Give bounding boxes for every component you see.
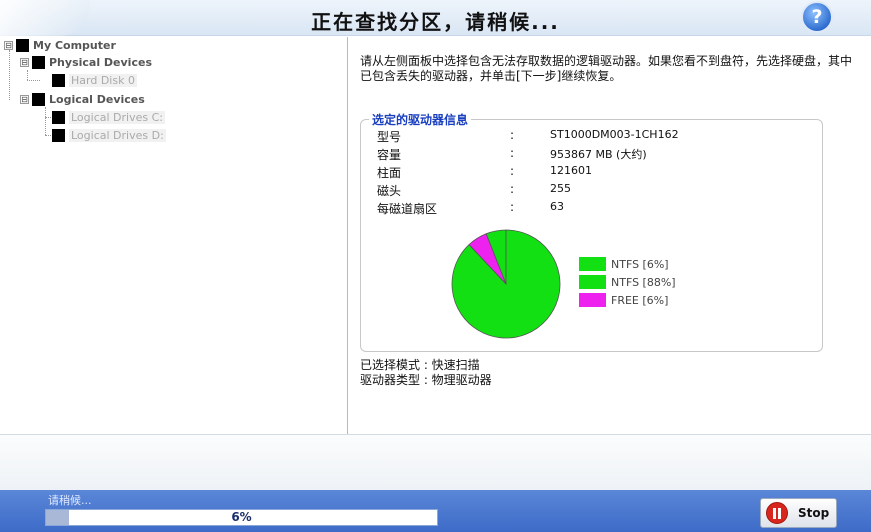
title-bar: 正在查找分区，请稍候... ? <box>0 0 871 36</box>
selected-drive-info-box: 选定的驱动器信息 型号 : ST1000DM003-1CH162 容量 : 95… <box>360 111 823 352</box>
stop-icon <box>766 502 788 524</box>
drive-group-icon <box>32 56 45 69</box>
tree-label: Logical Drives D: <box>69 129 166 142</box>
drive-type-text: 驱动器类型 : 物理驱动器 <box>360 373 492 387</box>
instruction-text: 请从左侧面板中选择包含无法存取数据的逻辑驱动器。如果您看不到盘符，先选择硬盘，其… <box>360 54 853 83</box>
tree-label: Logical Drives C: <box>69 111 165 124</box>
logical-drive-icon <box>52 111 65 124</box>
logical-drive-icon <box>52 129 65 142</box>
stop-label: Stop <box>798 506 830 520</box>
info-value: 255 <box>550 182 571 195</box>
tree-label: Hard Disk 0 <box>69 74 137 87</box>
legend-swatch <box>579 275 606 289</box>
tree-label: My Computer <box>33 39 116 52</box>
computer-icon <box>16 39 29 52</box>
legend-swatch <box>579 257 606 271</box>
button-area <box>0 434 871 490</box>
legend-item: NTFS [88%] <box>579 273 676 291</box>
tree-label: Logical Devices <box>49 93 145 106</box>
pie-legend: NTFS [6%] NTFS [88%] FREE [6%] <box>579 255 676 309</box>
tree-node-logical-drive-d[interactable]: Logical Drives D: <box>52 127 166 144</box>
legend-label: NTFS [6%] <box>611 257 669 271</box>
partition-pie-chart <box>451 229 561 339</box>
drive-info-panel: 请从左侧面板中选择包含无法存取数据的逻辑驱动器。如果您看不到盘符，先选择硬盘，其… <box>349 37 871 434</box>
progress-label: 6% <box>231 510 252 524</box>
tree-node-physical-devices[interactable]: ⊟ Physical Devices <box>20 54 152 71</box>
info-colon: : <box>510 164 515 178</box>
info-colon: : <box>510 200 515 214</box>
legend-item: FREE [6%] <box>579 291 676 309</box>
info-row-capacity: 容量 : 953867 MB (大约) <box>377 146 647 164</box>
tree-label: Physical Devices <box>49 56 152 69</box>
collapse-icon[interactable]: ⊟ <box>4 41 13 50</box>
info-key: 容量 <box>377 148 402 162</box>
legend-label: NTFS [88%] <box>611 275 676 289</box>
legend-swatch <box>579 293 606 307</box>
collapse-icon[interactable]: ⊟ <box>20 95 29 104</box>
tree-node-hard-disk-0[interactable]: Hard Disk 0 <box>52 72 137 89</box>
info-row-sectors-per-track: 每磁道扇区 : 63 <box>377 200 564 218</box>
legend-item: NTFS [6%] <box>579 255 676 273</box>
info-value: ST1000DM003-1CH162 <box>550 128 679 141</box>
help-icon[interactable]: ? <box>801 1 833 33</box>
info-value: 63 <box>550 200 564 213</box>
device-tree-panel: ⊟ My Computer ⊟ Physical Devices Hard Di… <box>0 37 348 434</box>
legend-label: FREE [6%] <box>611 293 669 307</box>
stop-button[interactable]: Stop <box>760 498 837 528</box>
drive-group-icon <box>32 93 45 106</box>
info-row-heads: 磁头 : 255 <box>377 182 571 200</box>
tree-node-logical-devices[interactable]: ⊟ Logical Devices <box>20 91 145 108</box>
info-value: 121601 <box>550 164 592 177</box>
hard-disk-icon <box>52 74 65 87</box>
collapse-icon[interactable]: ⊟ <box>20 58 29 67</box>
info-box-title: 选定的驱动器信息 <box>369 111 472 128</box>
info-colon: : <box>510 128 515 142</box>
info-row-cylinders: 柱面 : 121601 <box>377 164 592 182</box>
status-text: 请稍候... <box>48 494 92 507</box>
tree-node-my-computer[interactable]: ⊟ My Computer <box>4 37 116 54</box>
window-title: 正在查找分区，请稍候... <box>311 10 560 34</box>
info-row-model: 型号 : ST1000DM003-1CH162 <box>377 128 679 146</box>
info-colon: : <box>510 146 515 160</box>
info-colon: : <box>510 182 515 196</box>
progress-bar: 6% <box>45 509 438 526</box>
tree-node-logical-drive-c[interactable]: Logical Drives C: <box>52 109 165 126</box>
info-value: 953867 MB (大约) <box>550 148 647 161</box>
info-key: 柱面 <box>377 166 402 180</box>
info-key: 每磁道扇区 <box>377 202 438 216</box>
info-key: 磁头 <box>377 184 402 198</box>
status-bar: 请稍候... 6% Stop <box>0 490 871 532</box>
info-key: 型号 <box>377 130 402 144</box>
